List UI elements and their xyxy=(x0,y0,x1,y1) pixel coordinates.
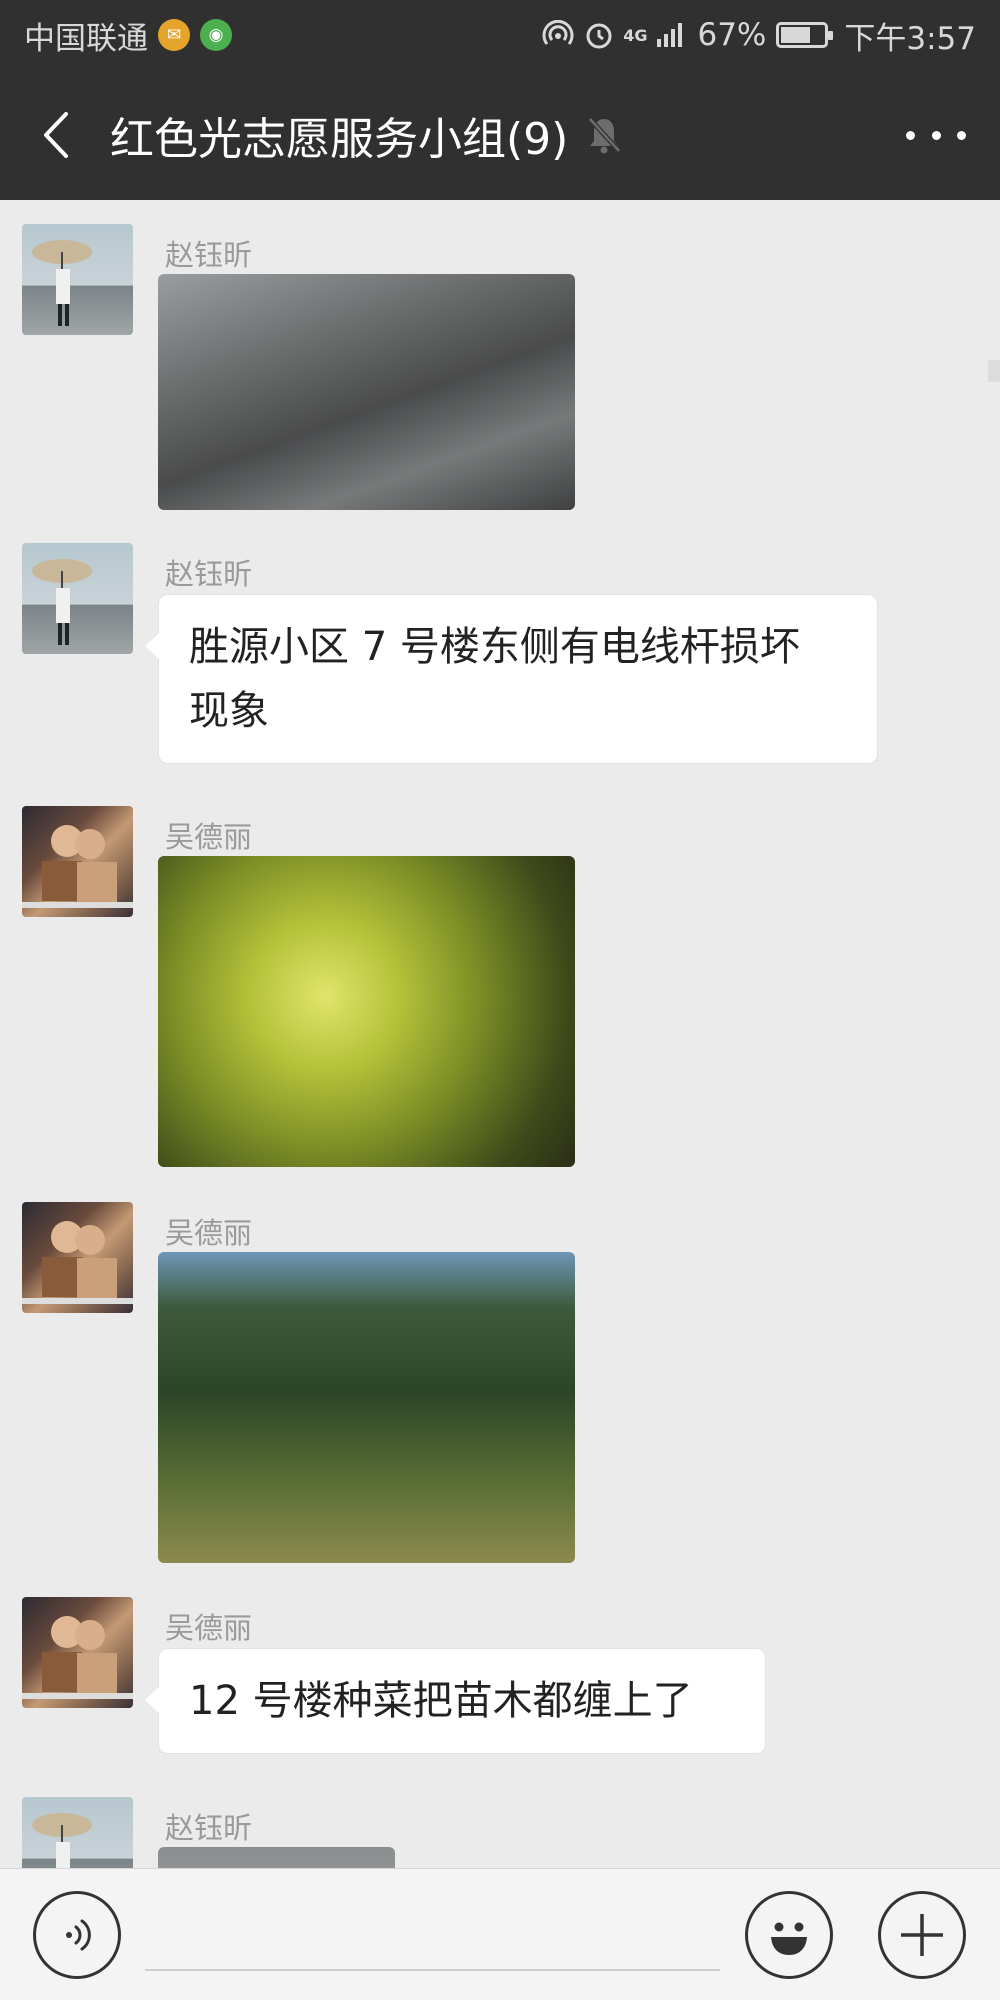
avatar-image xyxy=(32,559,92,645)
sender-name: 赵钰昕 xyxy=(165,1811,253,1845)
image-message[interactable] xyxy=(158,1847,395,1868)
muted-bell-icon xyxy=(586,115,622,155)
battery-percent: 67% xyxy=(697,17,767,53)
avatar[interactable] xyxy=(22,806,133,917)
status-bar: 中国联通 ✉ ◉ 4G 67% 下午3:57 xyxy=(0,0,1000,70)
plus-button[interactable] xyxy=(878,1891,966,1979)
message-item: 赵钰昕 胜源小区 7 号楼东侧有电线杆损坏 现象 xyxy=(0,543,1000,773)
message-line: 12 号楼种菜把苗木都缠上了 xyxy=(189,1678,693,1724)
sender-name: 赵钰昕 xyxy=(165,557,253,591)
sender-name: 吴德丽 xyxy=(165,820,253,854)
message-item: 赵钰昕 xyxy=(0,1797,1000,1868)
wechat-group-chat: 中国联通 ✉ ◉ 4G 67% 下午3:57 红色光志愿服务小组(9) 赵钰昕 … xyxy=(0,0,1000,2000)
text-message[interactable]: 12 号楼种菜把苗木都缠上了 xyxy=(145,1648,766,1754)
message-line: 胜源小区 7 号楼东侧有电线杆损坏 xyxy=(189,624,800,670)
message-item: 赵钰昕 xyxy=(0,224,1000,524)
avatar[interactable] xyxy=(22,543,133,654)
more-dot xyxy=(957,130,966,140)
hotspot-icon xyxy=(542,20,574,45)
avatar-image xyxy=(22,1221,133,1304)
avatar[interactable] xyxy=(22,1202,133,1313)
system-icons: 4G xyxy=(541,19,687,51)
avatar[interactable] xyxy=(22,1797,133,1868)
image-message[interactable] xyxy=(158,1252,575,1563)
status-right: 4G 67% 下午3:57 xyxy=(541,13,976,58)
carrier-label: 中国联通 xyxy=(24,20,148,57)
signal-icon xyxy=(657,23,683,47)
more-dots-icon[interactable] xyxy=(906,110,966,160)
message-item: 吴德丽 xyxy=(0,1202,1000,1582)
image-message[interactable] xyxy=(158,274,575,510)
sender-name: 吴德丽 xyxy=(165,1216,253,1250)
avatar[interactable] xyxy=(22,1597,133,1708)
sender-name: 吴德丽 xyxy=(165,1611,253,1645)
avatar-image xyxy=(22,1616,133,1699)
mail-notification-icon: ✉ xyxy=(158,19,190,51)
text-message[interactable]: 胜源小区 7 号楼东侧有电线杆损坏 现象 xyxy=(145,594,878,764)
voice-icon xyxy=(66,1919,91,1951)
back-button[interactable] xyxy=(0,70,110,200)
clock: 下午3:57 xyxy=(844,20,976,57)
plus-icon xyxy=(901,1914,943,1956)
avatar-image xyxy=(32,240,92,326)
more-dot xyxy=(906,130,915,140)
chat-header: 红色光志愿服务小组(9) xyxy=(0,70,1000,200)
avatar-image xyxy=(32,1813,92,1868)
avatar-image xyxy=(22,825,133,908)
message-line: 现象 xyxy=(189,688,269,734)
back-arrow-icon xyxy=(44,112,68,158)
emoji-icon xyxy=(771,1922,807,1955)
image-message[interactable] xyxy=(158,856,575,1167)
message-input[interactable] xyxy=(145,1899,720,1971)
alarm-icon xyxy=(586,23,612,49)
emoji-button[interactable] xyxy=(745,1891,833,1979)
battery-icon xyxy=(776,22,834,48)
message-item: 吴德丽 xyxy=(0,806,1000,1186)
status-left: 中国联通 ✉ ◉ xyxy=(24,13,232,58)
network-type: 4G xyxy=(623,25,648,45)
chat-messages[interactable]: 赵钰昕 赵钰昕 胜源小区 7 号楼东侧有电线杆损坏 现象 吴德丽 吴德丽 吴德丽… xyxy=(0,200,1000,1868)
voice-button[interactable] xyxy=(33,1891,121,1979)
input-bar xyxy=(0,1868,1000,2000)
avatar[interactable] xyxy=(22,224,133,335)
more-dot xyxy=(931,130,941,140)
app-notification-icon: ◉ xyxy=(200,19,232,51)
battery-fill xyxy=(781,27,810,43)
message-item: 吴德丽 12 号楼种菜把苗木都缠上了 xyxy=(0,1597,1000,1767)
chat-title: 红色光志愿服务小组(9) xyxy=(110,114,569,165)
sender-name: 赵钰昕 xyxy=(165,238,253,272)
